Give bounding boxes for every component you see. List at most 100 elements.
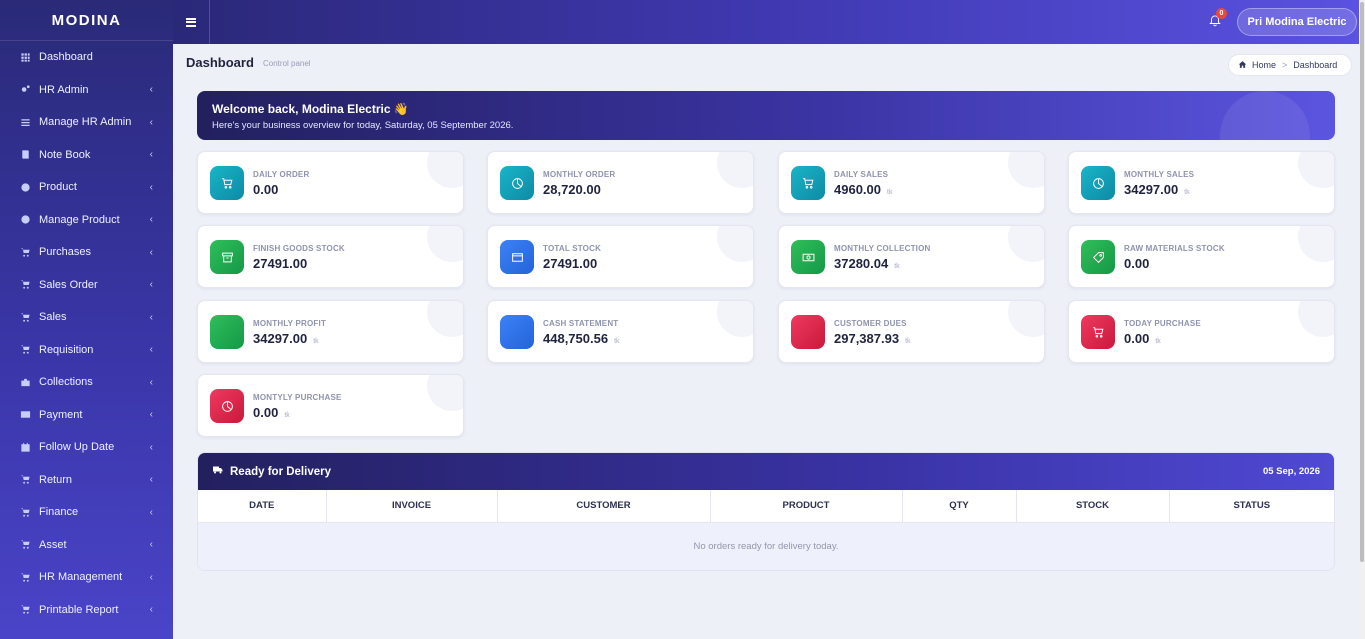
chevron-left-icon: ‹ xyxy=(149,246,153,258)
welcome-subtitle: Here's your business overview for today,… xyxy=(212,120,514,131)
page-scrollbar[interactable] xyxy=(1359,0,1365,639)
chevron-left-icon: ‹ xyxy=(149,149,153,161)
sidebar-item-asset[interactable]: Asset ‹ xyxy=(0,529,173,562)
sidebar-item-return[interactable]: Return ‹ xyxy=(0,464,173,497)
sidebar-item-payment[interactable]: Payment ‹ xyxy=(0,399,173,432)
money-icon xyxy=(791,240,825,274)
chevron-left-icon: ‹ xyxy=(149,571,153,583)
sidebar-item-manage-hr-admin[interactable]: Manage HR Admin ‹ xyxy=(0,106,173,139)
chevron-left-icon: ‹ xyxy=(149,376,153,388)
user-menu-button[interactable]: Pri Modina Electric xyxy=(1237,8,1357,36)
stat-label: MONTYLY PURCHASE xyxy=(253,393,342,402)
sidebar-item-label: Printable Report xyxy=(39,603,119,616)
sidebar-item-printable-report[interactable]: Printable Report ‹ xyxy=(0,594,173,627)
stat-card-finish-goods-stock[interactable]: FINISH GOODS STOCK 27491.00 xyxy=(197,225,464,288)
sidebar-item-label: Requisition xyxy=(39,343,94,356)
sidebar-item-sales-order[interactable]: Sales Order ‹ xyxy=(0,269,173,302)
sidebar-item-hr-management[interactable]: HR Management ‹ xyxy=(0,561,173,594)
stat-card-montyly-purchase[interactable]: MONTYLY PURCHASE 0.00 tk xyxy=(197,374,464,437)
card-decoration xyxy=(1008,301,1044,337)
stat-label: DAILY SALES xyxy=(834,170,889,179)
stat-value: 28,720.00 xyxy=(543,182,601,197)
delivery-panel-header: Ready for Delivery 05 Sep, 2026 xyxy=(198,453,1334,490)
sidebar-item-label: HR Admin xyxy=(39,83,89,96)
chevron-left-icon: ‹ xyxy=(149,344,153,356)
delivery-panel-date: 05 Sep, 2026 xyxy=(1262,466,1320,477)
chevron-left-icon: ‹ xyxy=(149,506,153,518)
calendar-icon xyxy=(19,441,31,453)
menu-toggle-button[interactable] xyxy=(173,0,210,44)
sidebar: MODINA Dashboard HR Admin ‹ Manage HR Admin… xyxy=(0,0,173,639)
stat-value: 27491.00 xyxy=(543,256,598,271)
sidebar-item-finance[interactable]: Finance ‹ xyxy=(0,496,173,529)
stat-label: MONTHLY PROFIT xyxy=(253,319,327,328)
sidebar-item-dashboard[interactable]: Dashboard xyxy=(0,41,173,74)
chevron-left-icon: ‹ xyxy=(149,441,153,453)
stat-unit: tk xyxy=(313,338,319,345)
sidebar-item-label: Product xyxy=(39,181,77,194)
sidebar-item-label: Dashboard xyxy=(39,51,93,64)
stat-card-raw-materials-stock[interactable]: RAW MATERIALS STOCK 0.00 xyxy=(1068,225,1335,288)
pie-icon xyxy=(210,389,244,423)
card-decoration xyxy=(427,226,463,262)
sidebar-item-manage-product[interactable]: Manage Product ‹ xyxy=(0,204,173,237)
card-decoration xyxy=(717,152,753,188)
sidebar-item-note-book[interactable]: Note Book ‹ xyxy=(0,139,173,172)
card-decoration xyxy=(1298,301,1334,337)
column-header-date[interactable]: DATE xyxy=(198,490,327,523)
stat-card-customer-dues[interactable]: CUSTOMER DUES 297,387.93 tk xyxy=(778,300,1045,363)
scrollbar-thumb[interactable] xyxy=(1360,2,1364,562)
stat-card-monthly-collection[interactable]: MONTHLY COLLECTION 37280.04 tk xyxy=(778,225,1045,288)
cart-icon xyxy=(791,166,825,200)
sidebar-item-purchases[interactable]: Purchases ‹ xyxy=(0,236,173,269)
breadcrumb-home-link[interactable]: Home xyxy=(1252,60,1276,70)
sidebar-item-hr-admin[interactable]: HR Admin ‹ xyxy=(0,74,173,107)
stat-value: 4960.00 tk xyxy=(834,182,893,197)
chevron-left-icon: ‹ xyxy=(149,279,153,291)
stat-label: TODAY PURCHASE xyxy=(1124,319,1201,328)
card-decoration xyxy=(1008,226,1044,262)
list-icon xyxy=(19,116,31,128)
stat-value: 0.00 tk xyxy=(253,405,290,420)
stat-icon xyxy=(791,315,825,349)
stat-unit: tk xyxy=(284,412,290,419)
cart-icon xyxy=(19,344,31,356)
sidebar-item-label: Manage Product xyxy=(39,213,120,226)
stat-card-monthly-profit[interactable]: MONTHLY PROFIT 34297.00 tk xyxy=(197,300,464,363)
chevron-left-icon: ‹ xyxy=(149,474,153,486)
column-header-status[interactable]: STATUS xyxy=(1169,490,1334,523)
sidebar-item-requisition[interactable]: Requisition ‹ xyxy=(0,334,173,367)
home-icon xyxy=(1238,60,1252,71)
tag-icon xyxy=(1081,240,1115,274)
stat-card-daily-sales[interactable]: DAILY SALES 4960.00 tk xyxy=(778,151,1045,214)
stat-card-total-stock[interactable]: TOTAL STOCK 27491.00 xyxy=(487,225,754,288)
stat-card-today-purchase[interactable]: TODAY PURCHASE 0.00 tk xyxy=(1068,300,1335,363)
stat-icon xyxy=(500,315,534,349)
stat-card-daily-order[interactable]: DAILY ORDER 0.00 xyxy=(197,151,464,214)
stat-value: 0.00 xyxy=(253,182,279,197)
book-icon xyxy=(19,149,31,161)
sidebar-item-follow-up-date[interactable]: Follow Up Date ‹ xyxy=(0,431,173,464)
stat-unit: tk xyxy=(1184,189,1190,196)
card-decoration xyxy=(1298,152,1334,188)
sidebar-item-collections[interactable]: Collections ‹ xyxy=(0,366,173,399)
sidebar-item-sales[interactable]: Sales ‹ xyxy=(0,301,173,334)
stat-label: TOTAL STOCK xyxy=(543,244,602,253)
column-header-invoice[interactable]: INVOICE xyxy=(326,490,498,523)
card-decoration xyxy=(427,375,463,411)
stat-card-cash-statement[interactable]: CASH STATEMENT 448,750.56 tk xyxy=(487,300,754,363)
stat-card-monthly-order[interactable]: MONTHLY ORDER 28,720.00 xyxy=(487,151,754,214)
cart-icon xyxy=(19,506,31,518)
stat-label: FINISH GOODS STOCK xyxy=(253,244,345,253)
card-decoration xyxy=(1298,226,1334,262)
sidebar-item-label: Sales xyxy=(39,311,67,324)
column-header-qty[interactable]: QTY xyxy=(902,490,1017,523)
stat-card-monthly-sales[interactable]: MONTHLY SALES 34297.00 tk xyxy=(1068,151,1335,214)
stat-label: CUSTOMER DUES xyxy=(834,319,907,328)
brand-logo[interactable]: MODINA xyxy=(0,0,173,41)
card-decoration xyxy=(427,152,463,188)
column-header-stock[interactable]: STOCK xyxy=(1016,490,1170,523)
column-header-product[interactable]: PRODUCT xyxy=(710,490,903,523)
column-header-customer[interactable]: CUSTOMER xyxy=(497,490,711,523)
sidebar-item-product[interactable]: Product ‹ xyxy=(0,171,173,204)
